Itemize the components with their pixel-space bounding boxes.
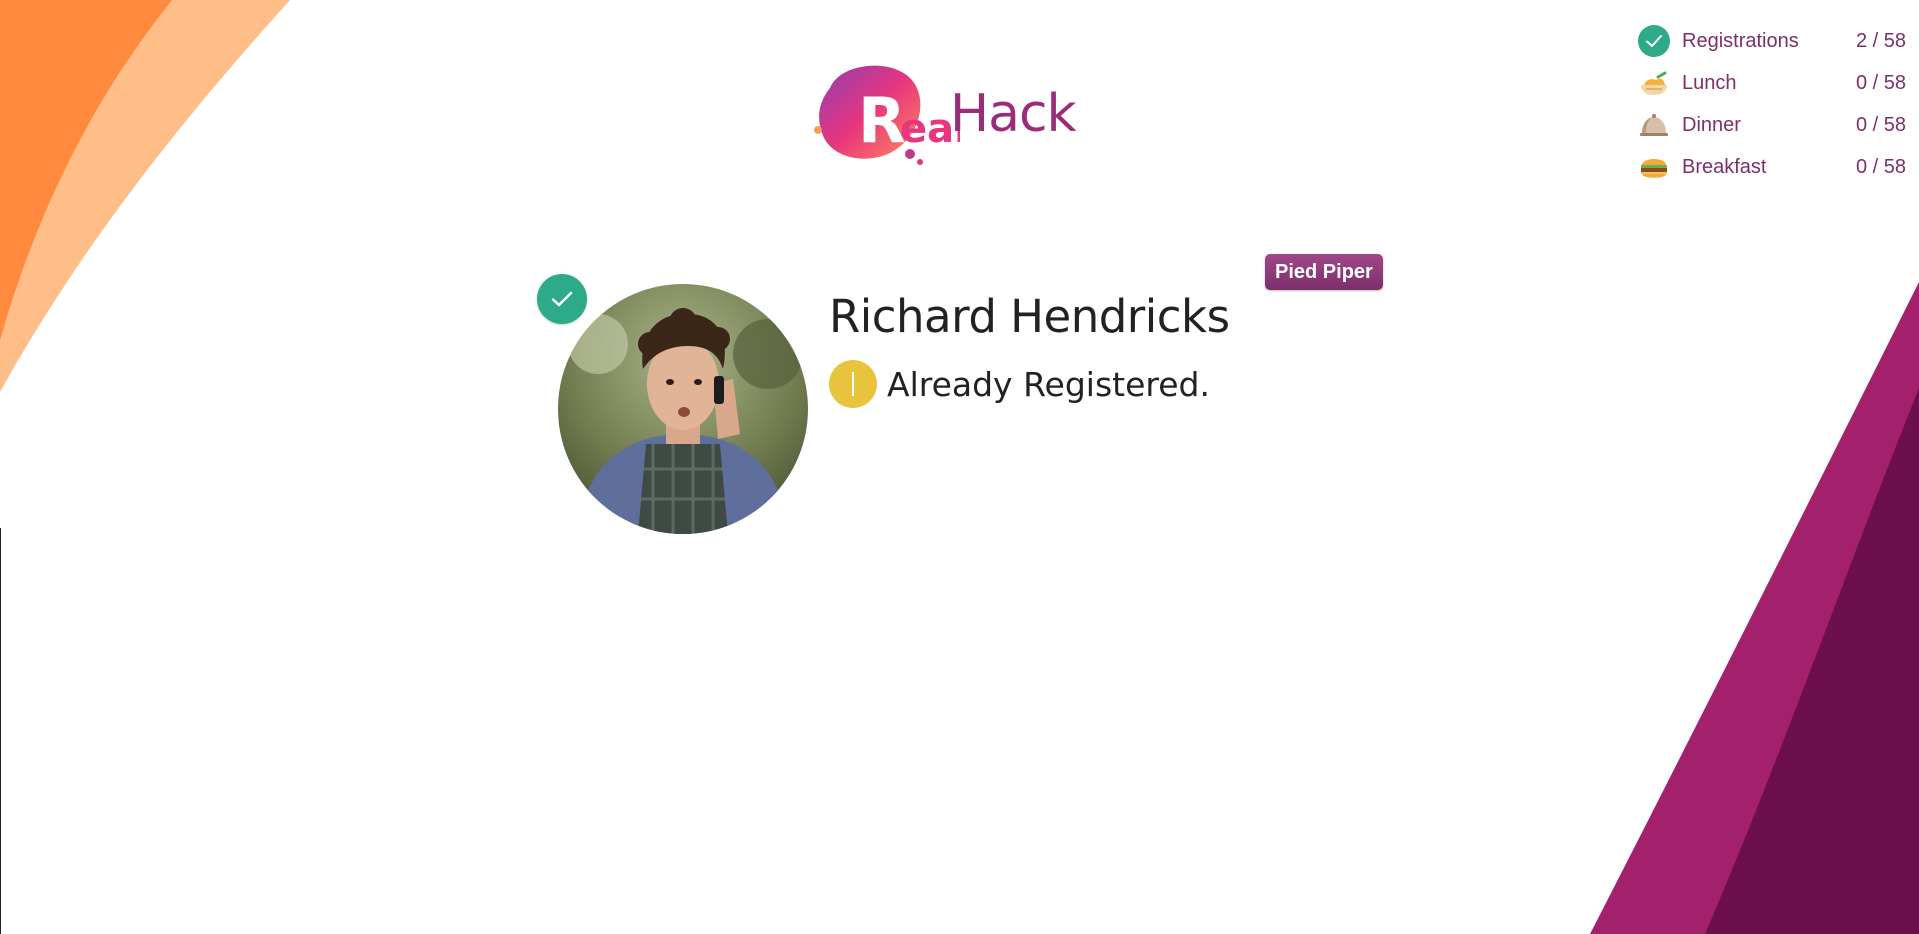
brand-name: Hack (950, 84, 1077, 144)
attendee-avatar (558, 284, 808, 534)
stat-breakfast: Breakfast 0 / 58 (1638, 146, 1906, 188)
text-cursor-line (0, 528, 1, 934)
stat-value: 0 / 58 (1855, 71, 1906, 94)
status-message: Already Registered. (887, 364, 1210, 404)
verified-check-icon (537, 274, 587, 324)
attendee-name: Richard Hendricks (829, 290, 1230, 343)
registration-status: Already Registered. (829, 360, 1210, 408)
stat-dinner: Dinner 0 / 58 (1638, 104, 1906, 146)
stat-lunch: Lunch 0 / 58 (1638, 62, 1906, 104)
avatar-photo (558, 284, 808, 534)
stat-value: 0 / 58 (1855, 113, 1906, 136)
burger-icon (1638, 151, 1670, 183)
stat-value: 0 / 58 (1855, 155, 1906, 178)
noodles-icon (1638, 67, 1670, 99)
realhack-logo: R eal Hack (810, 58, 1110, 168)
stat-registrations: Registrations 2 / 58 (1638, 20, 1906, 62)
stat-value: 2 / 58 (1855, 29, 1906, 52)
stats-panel: Registrations 2 / 58 Lunch 0 / 58 Dinner… (1638, 20, 1906, 188)
logo-letter-r: R (858, 84, 906, 157)
check-circle-icon (1638, 25, 1670, 57)
warning-icon (829, 360, 877, 408)
stat-label: Breakfast (1682, 155, 1767, 178)
logo-splash-icon: R eal (814, 65, 968, 165)
check-in-screen: R eal Hack Registrations 2 / 58 (0, 0, 1919, 934)
stat-label: Registrations (1682, 29, 1799, 52)
stat-label: Dinner (1682, 113, 1741, 136)
team-badge: Pied Piper (1265, 254, 1383, 290)
stat-label: Lunch (1682, 71, 1737, 94)
cloche-icon (1638, 109, 1670, 141)
